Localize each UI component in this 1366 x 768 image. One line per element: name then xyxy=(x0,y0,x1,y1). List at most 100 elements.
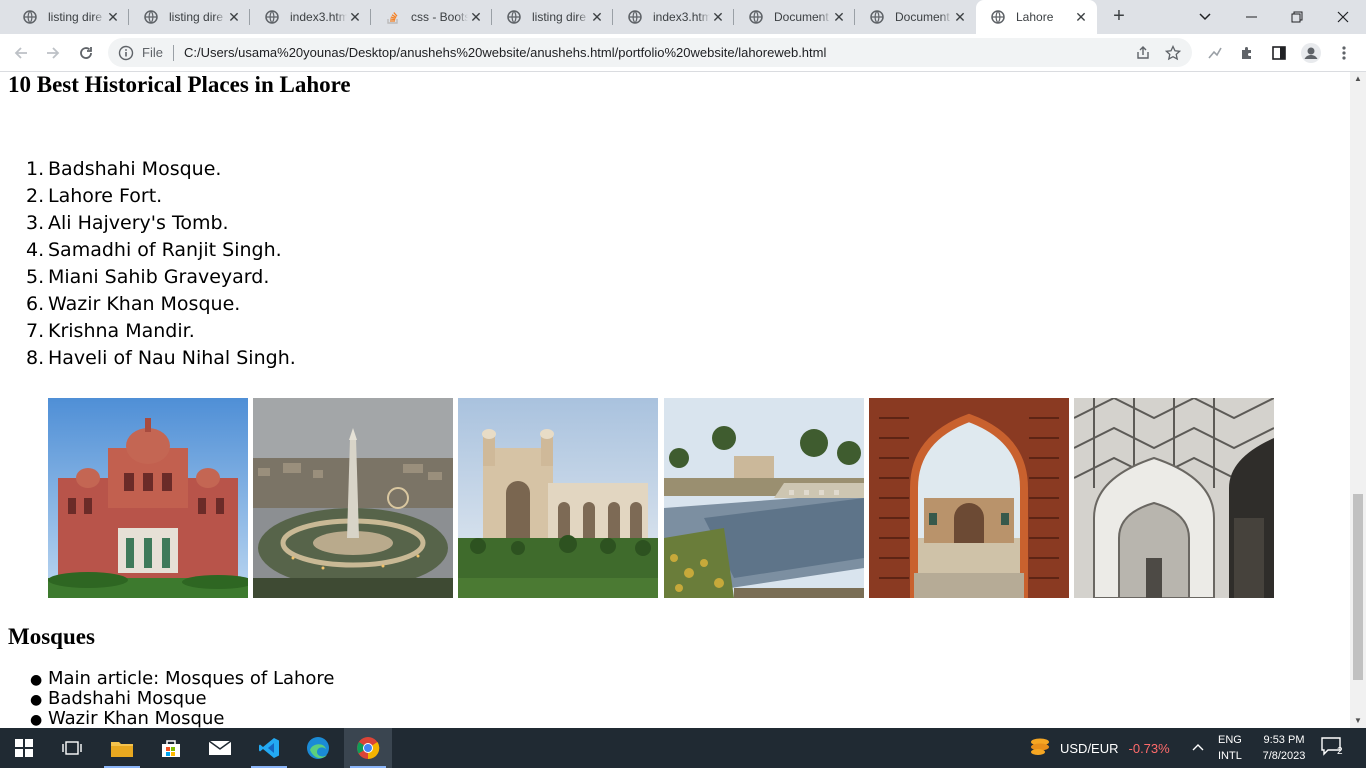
menu-kebab-icon[interactable] xyxy=(1330,39,1358,67)
minar-e-pakistan-aerial-photo xyxy=(253,398,453,598)
list-item: 8. Haveli of Nau Nihal Singh. xyxy=(26,347,296,369)
tab-strip: listing dire ✕ listing dire ✕ index3.htm… xyxy=(0,0,1366,34)
minimize-button[interactable] xyxy=(1228,0,1274,34)
stocks-widget[interactable]: USD/EUR -0.73% xyxy=(1028,728,1170,768)
page-title: 10 Best Historical Places in Lahore xyxy=(8,72,351,97)
page-viewport: 10 Best Historical Places in Lahore 1. Ba… xyxy=(0,72,1350,728)
extensions-icon[interactable] xyxy=(1233,39,1261,67)
browser-tab[interactable]: Document ✕ xyxy=(734,0,855,34)
new-tab-button[interactable]: + xyxy=(1108,6,1130,28)
list-item: ● Wazir Khan Mosque xyxy=(30,708,225,729)
mail-icon[interactable] xyxy=(196,728,244,768)
chevron-up-icon[interactable] xyxy=(1190,740,1206,756)
scheme-label: File xyxy=(142,45,163,60)
tab-search-icon[interactable] xyxy=(1182,0,1228,34)
red-sandstone-museum-photo xyxy=(48,398,248,598)
scroll-down-arrow[interactable]: ▼ xyxy=(1350,714,1366,728)
share-icon[interactable] xyxy=(1132,42,1154,64)
globe-icon xyxy=(869,9,885,25)
currency-change: -0.73% xyxy=(1128,740,1170,756)
close-tab-icon[interactable]: ✕ xyxy=(589,9,605,25)
close-tab-icon[interactable]: ✕ xyxy=(710,9,726,25)
globe-icon xyxy=(506,9,522,25)
stackoverflow-icon xyxy=(385,9,401,25)
tab-title: Lahore xyxy=(1016,10,1054,24)
task-view-icon[interactable] xyxy=(48,728,96,768)
close-tab-icon[interactable]: ✕ xyxy=(468,9,484,25)
tab-title: listing dire xyxy=(532,10,587,24)
globe-icon xyxy=(143,9,159,25)
side-panel-icon[interactable] xyxy=(1265,39,1293,67)
language-indicator[interactable]: ENG INTL xyxy=(1218,732,1242,764)
list-item: 6. Wazir Khan Mosque. xyxy=(26,293,241,315)
url-text[interactable]: C:/Users/usama%20younas/Desktop/anushehs… xyxy=(184,45,1132,60)
chrome-icon[interactable] xyxy=(344,728,392,768)
browser-tab[interactable]: index3.htm ✕ xyxy=(613,0,734,34)
scroll-thumb[interactable] xyxy=(1353,494,1363,680)
tab-title: index3.htm xyxy=(290,10,347,24)
list-item: 4. Samadhi of Ranjit Singh. xyxy=(26,239,282,261)
performance-icon[interactable] xyxy=(1201,39,1229,67)
stocks-chart-icon xyxy=(1028,736,1052,761)
shalimar-gardens-pool-photo xyxy=(664,398,864,598)
globe-icon xyxy=(22,9,38,25)
mosques-list: ● Main article: Mosques of Lahore ● Badsha… xyxy=(30,668,335,729)
white-vaulted-interior-photo xyxy=(1074,398,1274,598)
store-icon[interactable] xyxy=(147,728,195,768)
reload-button[interactable] xyxy=(72,39,100,67)
back-button[interactable] xyxy=(7,39,35,67)
close-tab-icon[interactable]: ✕ xyxy=(952,9,968,25)
close-tab-icon[interactable]: ✕ xyxy=(105,9,121,25)
close-tab-icon[interactable]: ✕ xyxy=(1073,9,1089,25)
globe-icon xyxy=(990,9,1006,25)
tab-title: listing dire xyxy=(48,10,103,24)
close-tab-icon[interactable]: ✕ xyxy=(831,9,847,25)
list-item: 1. Badshahi Mosque. xyxy=(26,158,222,180)
browser-tab[interactable]: Document ✕ xyxy=(855,0,976,34)
bookmark-star-icon[interactable] xyxy=(1162,42,1184,64)
list-item: 3. Ali Hajvery's Tomb. xyxy=(26,212,229,234)
browser-tab[interactable]: listing dire ✕ xyxy=(8,0,129,34)
browser-tab[interactable]: css - Boots ✕ xyxy=(371,0,492,34)
tab-title: Document xyxy=(895,10,950,24)
close-window-button[interactable] xyxy=(1320,0,1366,34)
browser-tab[interactable]: listing dire ✕ xyxy=(492,0,613,34)
file-explorer-icon[interactable] xyxy=(98,728,146,768)
vscode-icon[interactable] xyxy=(245,728,293,768)
profile-avatar[interactable] xyxy=(1297,39,1325,67)
notification-center-icon[interactable]: 2 xyxy=(1320,736,1350,760)
lahore-fort-gate-photo xyxy=(458,398,658,598)
currency-pair: USD/EUR xyxy=(1060,740,1119,756)
list-item: 7. Krishna Mandir. xyxy=(26,320,195,342)
system-clock[interactable]: 9:53 PM 7/8/2023 xyxy=(1258,732,1310,764)
address-bar[interactable]: File C:/Users/usama%20younas/Desktop/anu… xyxy=(108,38,1192,67)
browser-tab-active[interactable]: Lahore ✕ xyxy=(976,0,1097,34)
page-scrollbar[interactable]: ▲ ▼ xyxy=(1350,72,1366,728)
places-list: 1. Badshahi Mosque. 2. Lahore Fort. 3. Ali … xyxy=(26,156,296,372)
tab-title: Document xyxy=(774,10,829,24)
notification-count: 2 xyxy=(1337,746,1343,757)
mosques-heading: Mosques xyxy=(8,624,95,649)
restore-button[interactable] xyxy=(1274,0,1320,34)
close-tab-icon[interactable]: ✕ xyxy=(347,9,363,25)
scroll-up-arrow[interactable]: ▲ xyxy=(1350,72,1366,86)
tab-title: css - Boots xyxy=(411,10,468,24)
tab-title: listing dire xyxy=(169,10,224,24)
list-item: 2. Lahore Fort. xyxy=(26,185,163,207)
tab-title: index3.htm xyxy=(653,10,710,24)
globe-icon xyxy=(748,9,764,25)
edge-icon[interactable] xyxy=(294,728,342,768)
globe-icon xyxy=(264,9,280,25)
list-item: ● Badshahi Mosque xyxy=(30,688,207,709)
browser-tab[interactable]: index3.htm ✕ xyxy=(250,0,371,34)
windows-taskbar: USD/EUR -0.73% ENG INTL 9:53 PM 7/8/2023… xyxy=(0,728,1366,768)
browser-toolbar: File C:/Users/usama%20younas/Desktop/anu… xyxy=(0,34,1366,72)
carved-arch-mosque-photo xyxy=(869,398,1069,598)
start-button[interactable] xyxy=(0,728,48,768)
close-tab-icon[interactable]: ✕ xyxy=(226,9,242,25)
info-icon[interactable] xyxy=(118,45,134,61)
forward-button[interactable] xyxy=(39,39,67,67)
list-item: 5. Miani Sahib Graveyard. xyxy=(26,266,270,288)
list-item: ● Main article: Mosques of Lahore xyxy=(30,668,335,689)
browser-tab[interactable]: listing dire ✕ xyxy=(129,0,250,34)
